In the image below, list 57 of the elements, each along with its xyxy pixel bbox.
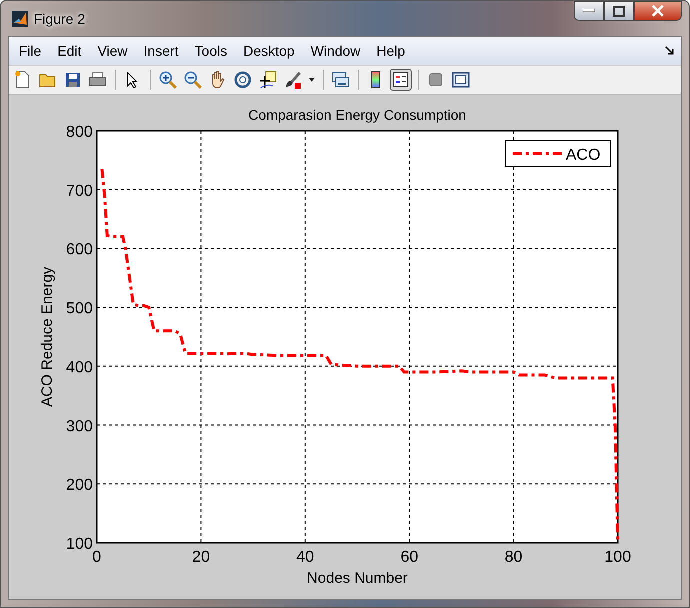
x-axis-label: Nodes Number [307,570,408,587]
window-title: Figure 2 [34,10,86,26]
menu-item[interactable]: Edit [50,43,90,59]
y-tick-label: 600 [66,242,93,259]
y-tick-label: 800 [66,124,93,141]
toolbar-button[interactable] [390,69,412,91]
caret-icon [309,78,315,82]
legend-swatch [513,152,562,156]
close-icon [651,5,665,17]
minimize-icon [583,9,595,13]
colorbar-icon [371,71,381,89]
folder-icon [39,72,57,88]
app-icon [12,10,28,26]
menu-item[interactable]: Help [368,43,414,59]
new-file-icon [15,71,31,89]
pointer-icon [127,72,139,88]
hand-icon [210,71,226,89]
save-icon [65,72,81,88]
minimize-button[interactable] [574,1,604,21]
toolbar-button[interactable] [257,69,279,91]
brush-icon [284,71,302,89]
chart-title: Comparasion Energy Consumption [248,107,466,123]
maximize-button[interactable] [604,1,634,21]
legend-label: ACO [566,147,601,164]
legend-icon [393,72,409,88]
maximize-icon [613,6,625,16]
y-axis-label: ACO Reduce Energy [39,266,56,408]
y-tick-label: 200 [66,477,93,494]
menu-item[interactable]: Tools [186,43,236,59]
linked-windows-icon [332,71,350,89]
menu-item[interactable]: Desktop [235,43,303,59]
data-cursor-icon [259,71,277,89]
menu-item[interactable]: File [11,43,50,59]
y-tick-label: 400 [66,359,93,376]
rotate-icon [234,71,252,89]
x-tick-label: 20 [192,549,210,566]
menu-item[interactable]: View [90,43,136,59]
x-tick-label: 0 [92,549,102,566]
toolbar-button[interactable] [232,69,254,91]
y-tick-label: 100 [66,536,93,553]
y-tick-label: 300 [66,418,93,436]
x-tick-label: 100 [604,549,632,566]
y-tick-label: 500 [66,300,93,318]
square-icon [429,73,443,87]
close-button[interactable] [634,1,682,21]
x-tick-label: 40 [296,549,314,566]
menu-item[interactable]: Insert [136,43,187,59]
plot-tools-icon [452,72,470,88]
dock-arrow-icon[interactable] [665,46,675,56]
toolbar-button[interactable] [157,69,179,91]
menu-item[interactable]: Window [302,43,369,59]
x-tick-label: 60 [400,549,418,566]
x-tick-label: 80 [504,549,523,566]
zoom-out-icon [184,71,202,89]
printer-icon [89,72,107,88]
y-tick-label: 700 [66,182,93,200]
zoom-in-icon [159,71,177,89]
